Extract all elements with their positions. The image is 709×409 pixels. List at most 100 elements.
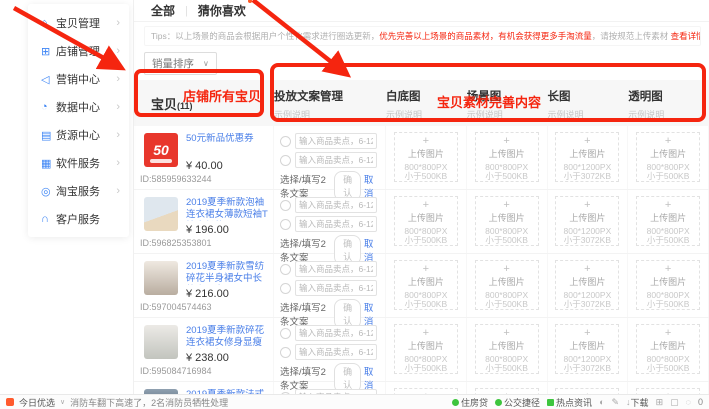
sidebar-item-kehu[interactable]: ∩ 客户服务 (28, 205, 129, 233)
tab-all[interactable]: 全部 (151, 2, 175, 19)
upload-box[interactable]: + 上传图片 800*800PX 小于500KB (636, 324, 700, 374)
copy-input[interactable] (295, 152, 377, 168)
upload-box[interactable]: + 上传图片 800*800PX 小于500KB (475, 260, 539, 310)
upload-box[interactable]: + 上传图片 800*800PX 小于500KB (475, 132, 539, 182)
product-title[interactable]: 2019夏季新款泡袖连衣裙女薄款短袖T恤中长款 (186, 197, 270, 221)
sidebar-item-baobei[interactable]: ⌂ 宝贝管理 › (28, 9, 129, 37)
sort-select[interactable]: 销量排序 ∨ (144, 52, 217, 75)
upload-label: 上传图片 (476, 211, 538, 224)
chevron-right-icon: › (116, 73, 120, 85)
plus-icon: + (556, 200, 618, 210)
view-details-link[interactable]: 查看详情> (671, 31, 701, 41)
copy-checkbox[interactable] (280, 283, 291, 294)
taskbar-brand[interactable]: 今日优选 (19, 396, 55, 409)
copy-input[interactable] (295, 344, 377, 360)
product-price: ¥ 196.00 (186, 224, 229, 236)
sidebar-item-yingxiao[interactable]: ◁ 营销中心 › (28, 65, 129, 93)
sidebar-item-huoyuan[interactable]: ▤ 货源中心 › (28, 121, 129, 149)
copy-checkbox[interactable] (280, 136, 291, 147)
chevron-right-icon: › (116, 185, 120, 197)
product-image[interactable] (144, 325, 178, 359)
product-image[interactable]: 50 (144, 133, 178, 167)
upload-box[interactable]: + 上传图片 800*1200PX 小于3072KB (555, 132, 619, 182)
upload-cell: + 上传图片 800*1200PX 小于3072KB (548, 254, 629, 317)
shield-icon[interactable]: ◐ (599, 397, 604, 407)
upload-box[interactable]: + 上传图片 800*1200PX 小于3072KB (555, 260, 619, 310)
tab-recommend[interactable]: 猜你喜欢 (198, 2, 246, 19)
sort-label: 销量排序 (152, 56, 194, 71)
upload-cell: + 上传图片 800*800PX 小于500KB (386, 126, 467, 189)
flame-icon (6, 398, 14, 406)
column-header: 透明图 示例说明 (628, 80, 709, 126)
refresh-icon[interactable]: ◌ (686, 397, 691, 407)
upload-label: 上传图片 (476, 339, 538, 352)
copy-checkbox[interactable] (280, 347, 291, 358)
copy-input[interactable] (295, 216, 377, 232)
sidebar-item-label: 货源中心 (56, 127, 100, 143)
copy-checkbox[interactable] (280, 200, 291, 211)
upload-box[interactable]: + 上传图片 800*1200PX 小于3072KB (555, 196, 619, 246)
upload-cell: + 上传图片 800*1200PX 小于3072KB (548, 190, 629, 253)
taskbar-item-3[interactable]: 热点资讯 (547, 396, 592, 409)
green-square-icon (547, 399, 554, 406)
copy-input[interactable] (295, 197, 377, 213)
copy-checkbox[interactable] (280, 328, 291, 339)
upload-box[interactable]: + 上传图片 800*800PX 小于500KB (636, 132, 700, 182)
product-image[interactable] (144, 261, 178, 295)
upload-box[interactable]: + 上传图片 800*800PX 小于500KB (475, 324, 539, 374)
table-row: 2019夏季新款泡袖连衣裙女薄款短袖T恤中长款 ¥ 196.00 ID:5968… (134, 190, 709, 254)
upload-label: 上传图片 (476, 275, 538, 288)
copy-checkbox[interactable] (280, 219, 291, 230)
download-button[interactable]: ↓下载 (626, 396, 649, 409)
copy-input[interactable] (295, 280, 377, 296)
product-image[interactable] (144, 197, 178, 231)
copy-input-row (280, 325, 377, 341)
product-title[interactable]: 50元新品优惠券 (186, 133, 270, 145)
plus-icon: + (637, 328, 699, 338)
copy-checkbox[interactable] (280, 155, 291, 166)
sidebar-item-ruanjian[interactable]: ▦ 软件服务 › (28, 149, 129, 177)
upload-box[interactable]: + 上传图片 800*1200PX 小于3072KB (555, 324, 619, 374)
notification-dot (248, 0, 252, 3)
copy-input[interactable] (295, 325, 377, 341)
copy-input-row (280, 197, 377, 213)
taskbar-caret-icon[interactable]: ∨ (60, 398, 65, 406)
copy-input-row (280, 216, 377, 232)
column-sub-note: 示例说明 (274, 108, 386, 121)
sidebar-item-taobao[interactable]: ◎ 淘宝服务 › (28, 177, 129, 205)
plus-icon: + (637, 264, 699, 274)
sidebar-item-dianpu[interactable]: ⊞ 店铺管理 › (28, 37, 129, 65)
upload-box[interactable]: + 上传图片 800*800PX 小于500KB (636, 196, 700, 246)
copy-checkbox[interactable] (280, 264, 291, 275)
table-header: 宝贝(11) 投放文案管理 示例说明 白底图 示例说明 场景图 示例说明 长图 … (134, 80, 709, 126)
upload-cell: + 上传图片 800*800PX 小于500KB (386, 318, 467, 381)
upload-cell: + 上传图片 800*800PX 小于500KB (386, 254, 467, 317)
table-row: 50 50元新品优惠券 ¥ 40.00 ID:585959633244 选择/填… (134, 126, 709, 190)
window-icon[interactable]: ▢ (670, 397, 679, 408)
sidebar-item-shuju[interactable]: ◔ 数据中心 › (28, 93, 129, 121)
column-sub-note: 示例说明 (628, 108, 709, 121)
product-price: ¥ 40.00 (186, 160, 223, 172)
grid-icon[interactable]: ⊞ (656, 397, 664, 408)
taskbar-item-2[interactable]: 公交捷径 (495, 396, 540, 409)
taskbar-item-1[interactable]: 住房贷 (452, 396, 488, 409)
column-header: 投放文案管理 示例说明 (274, 80, 386, 126)
upload-cell: + 上传图片 800*1200PX 小于3072KB (548, 126, 629, 189)
product-title[interactable]: 2019夏季新款碎花连衣裙女修身显瘦小众网红 (186, 325, 270, 349)
upload-box[interactable]: + 上传图片 800*800PX 小于500KB (636, 260, 700, 310)
product-title[interactable]: 2019夏季新款雪纺碎花半身裙女中长款高腰白 (186, 261, 270, 285)
copy-input[interactable] (295, 133, 377, 149)
news-ticker[interactable]: 消防车翻下高速了，2名消防员牺牲处理 (70, 396, 228, 409)
copy-cell: 选择/填写2条文案 确认 取消 (274, 318, 386, 381)
copy-input[interactable] (295, 261, 377, 277)
tab-recommend-label: 猜你喜欢 (198, 4, 246, 18)
upload-box[interactable]: + 上传图片 800*800PX 小于500KB (394, 260, 458, 310)
upload-box[interactable]: + 上传图片 800*800PX 小于500KB (394, 324, 458, 374)
upload-box[interactable]: + 上传图片 800*800PX 小于500KB (475, 196, 539, 246)
upload-box[interactable]: + 上传图片 800*800PX 小于500KB (394, 196, 458, 246)
upload-limit: 小于500KB (637, 236, 699, 245)
upload-box[interactable]: + 上传图片 800*800PX 小于500KB (394, 132, 458, 182)
column-header: 长图 示例说明 (548, 80, 629, 126)
upload-cell: + 上传图片 800*800PX 小于500KB (467, 254, 548, 317)
screenshot-icon[interactable]: ✎ (612, 397, 620, 408)
